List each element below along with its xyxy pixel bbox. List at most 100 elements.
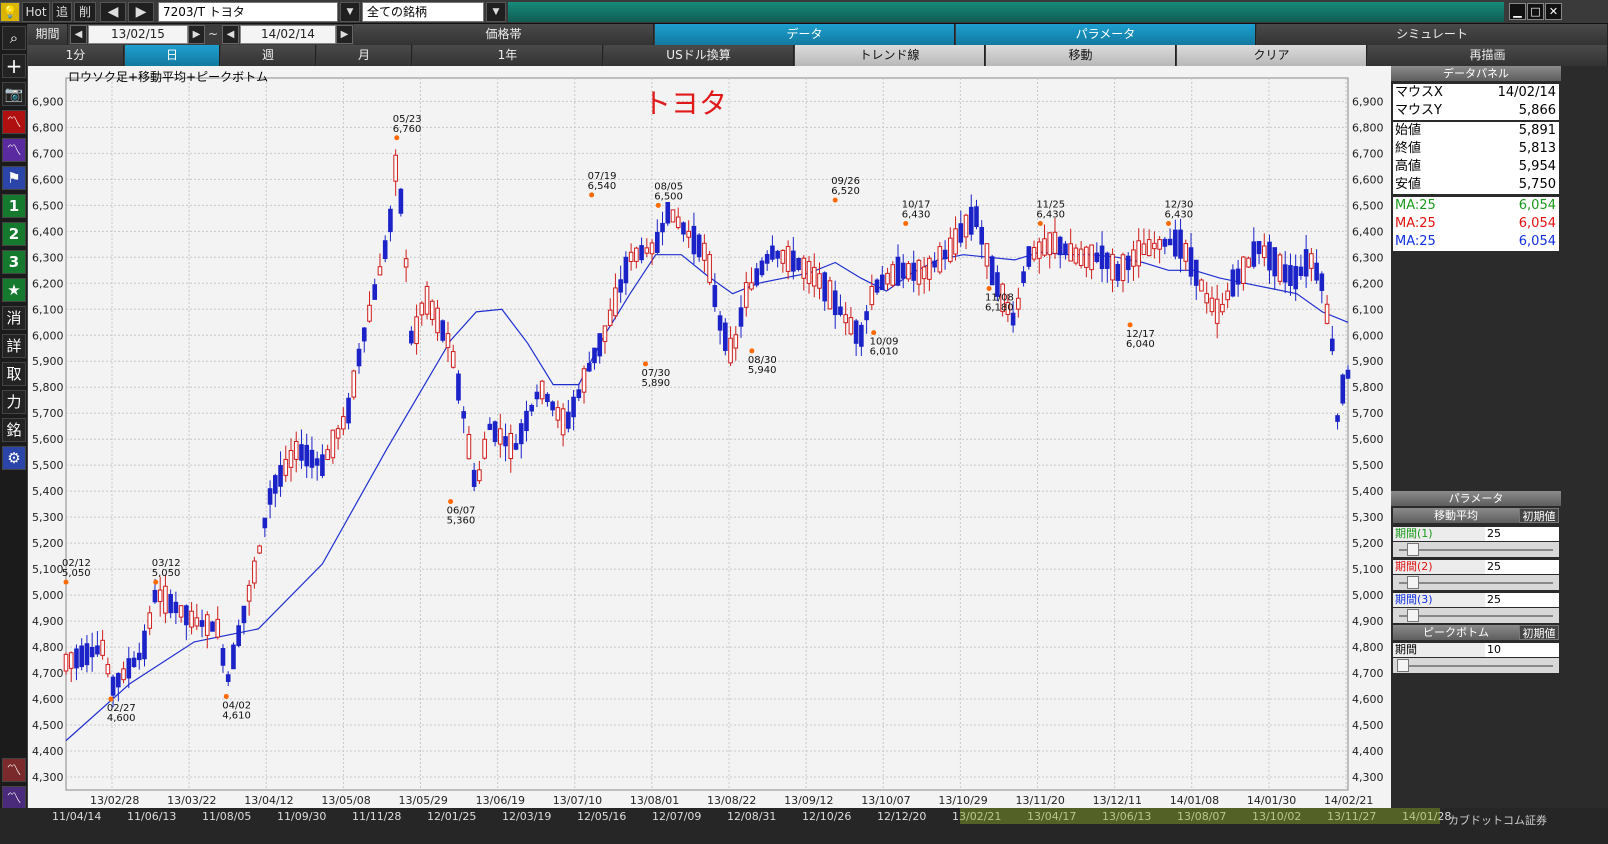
candle-body (660, 222, 665, 233)
trendline-button[interactable]: トレンド線 (795, 45, 985, 66)
chart-thumb-purple-icon[interactable]: 〽 (2, 786, 26, 810)
candle-body (738, 307, 744, 327)
stock-button[interactable]: 銘 (2, 418, 26, 442)
candle-body (686, 230, 691, 238)
tab-simulate[interactable]: シミュレート (1257, 24, 1608, 45)
candle-body (958, 223, 964, 243)
overview-range-highlight[interactable] (960, 808, 1440, 824)
search-icon[interactable]: ⌕ (2, 26, 26, 50)
delete-button[interactable]: 削 (74, 2, 96, 22)
date-to-field[interactable]: 14/02/14 (240, 25, 336, 44)
universe-dropdown-icon[interactable]: ▼ (486, 2, 506, 22)
timeframe-day[interactable]: 日 (125, 45, 220, 66)
maximize-button[interactable]: □ (1527, 3, 1544, 20)
title-drag-area[interactable] (508, 2, 1504, 22)
tab-data[interactable]: データ (655, 24, 955, 45)
timeframe-month[interactable]: 月 (317, 45, 412, 66)
candle-body (906, 263, 911, 280)
peak-bottom-marker (749, 348, 755, 354)
overview-date-strip[interactable]: 11/04/14 11/06/13 11/08/05 11/09/30 11/11/28… (0, 808, 1608, 844)
gear-icon[interactable]: ⚙ (2, 446, 26, 470)
candle-body (1031, 247, 1037, 260)
erase-button[interactable]: 消 (2, 306, 26, 330)
param-period2-input[interactable]: 25 (1485, 560, 1559, 574)
candle-body (827, 280, 833, 310)
symbol-input[interactable]: 7203/T トヨタ (158, 2, 338, 22)
param-period3-label: 期間(3) (1393, 593, 1485, 607)
usd-convert-button[interactable]: USドル換算 (604, 45, 794, 66)
date-to-next-icon[interactable]: ▶ (336, 25, 353, 44)
date-from-prev-icon[interactable]: ◀ (70, 25, 87, 44)
line-chart-red-icon[interactable]: 〽 (2, 110, 26, 134)
candle-body (1099, 245, 1105, 270)
chart-canvas[interactable]: 02/125,05002/274,60003/125,05004/024,610… (28, 66, 1391, 808)
candle-body (1256, 240, 1262, 255)
candle-body (529, 404, 535, 412)
prev-symbol-button[interactable]: ◀ (100, 2, 126, 22)
date-from-field[interactable]: 13/02/15 (88, 25, 188, 44)
add-button[interactable]: 追 (52, 2, 72, 22)
lightbulb-icon[interactable]: 💡 (0, 2, 20, 22)
timeframe-1year[interactable]: 1年 (413, 45, 603, 66)
candle-body (723, 322, 728, 351)
param-period1-slider[interactable] (1393, 542, 1559, 557)
date-from-next-icon[interactable]: ▶ (188, 25, 205, 44)
y-tick-label-right: 6,400 (1352, 225, 1384, 238)
preset-1-button[interactable]: 1 (2, 194, 26, 218)
param-period2-slider[interactable] (1393, 575, 1559, 590)
candle-body (822, 272, 828, 302)
candle-body (1178, 229, 1183, 259)
minimize-button[interactable]: ▁ (1509, 3, 1526, 20)
candle-body (942, 249, 948, 260)
candle-body (477, 469, 482, 482)
clear-button[interactable]: クリア (1177, 45, 1367, 66)
x-tick-label: 13/09/12 (784, 794, 833, 807)
date-to-prev-icon[interactable]: ◀ (222, 25, 239, 44)
trade-button[interactable]: 取 (2, 362, 26, 386)
hot-button[interactable]: Hot (22, 2, 50, 22)
param-period3-input[interactable]: 25 (1485, 593, 1559, 607)
param-period3-slider[interactable] (1393, 608, 1559, 623)
camera-icon[interactable]: 📷 (2, 82, 26, 106)
overview-date-label: 12/01/25 (427, 810, 477, 823)
timeframe-1min[interactable]: 1分 (28, 45, 124, 66)
candle-body (670, 209, 676, 223)
symbol-dropdown-icon[interactable]: ▼ (340, 2, 360, 22)
line-chart-purple-icon[interactable]: 〽 (2, 138, 26, 162)
redraw-button[interactable]: 再描画 (1368, 45, 1608, 66)
universe-select[interactable]: 全ての銘柄 (362, 2, 484, 22)
candle-body (131, 657, 137, 668)
pb-reset-button[interactable]: 初期値 (1519, 625, 1559, 640)
candle-body (743, 282, 749, 308)
y-tick-label-right: 5,700 (1352, 407, 1384, 420)
chart-thumb-red-icon[interactable]: 〽 (2, 758, 26, 782)
move-button[interactable]: 移動 (986, 45, 1176, 66)
ma-reset-button[interactable]: 初期値 (1519, 508, 1559, 523)
x-tick-label: 13/08/22 (707, 794, 756, 807)
candle-body (728, 337, 733, 364)
tab-price-band[interactable]: 価格帯 (354, 24, 654, 45)
timeframe-week[interactable]: 週 (221, 45, 316, 66)
tab-parameter[interactable]: パラメータ (956, 24, 1256, 45)
candle-body (178, 605, 184, 618)
preset-3-button[interactable]: 3 (2, 250, 26, 274)
param-period1-input[interactable]: 25 (1485, 527, 1559, 541)
power-button[interactable]: 力 (2, 390, 26, 414)
y-tick-label-left: 6,100 (32, 303, 64, 316)
flag-icon[interactable]: ⚑ (2, 166, 26, 190)
detail-button[interactable]: 詳 (2, 334, 26, 358)
star-icon[interactable]: ★ (2, 278, 26, 302)
price-chart[interactable]: 02/12 5,050 02/27 4,600 03/12 5,050 04/02 4,610… (28, 66, 1391, 808)
close-button[interactable]: ✕ (1545, 3, 1562, 20)
candle-body (398, 188, 404, 214)
candle-body (1272, 247, 1278, 277)
data-row-low: 安値 5,750 (1393, 176, 1559, 194)
preset-2-button[interactable]: 2 (2, 222, 26, 246)
pb-period-slider[interactable] (1393, 658, 1559, 673)
y-tick-label-right: 6,300 (1352, 251, 1384, 264)
y-tick-label-left: 6,600 (32, 173, 64, 186)
peak-bottom-value: 5,050 (62, 568, 91, 579)
crosshair-icon[interactable]: + (2, 54, 26, 78)
next-symbol-button[interactable]: ▶ (128, 2, 154, 22)
pb-period-input[interactable]: 10 (1485, 643, 1559, 657)
